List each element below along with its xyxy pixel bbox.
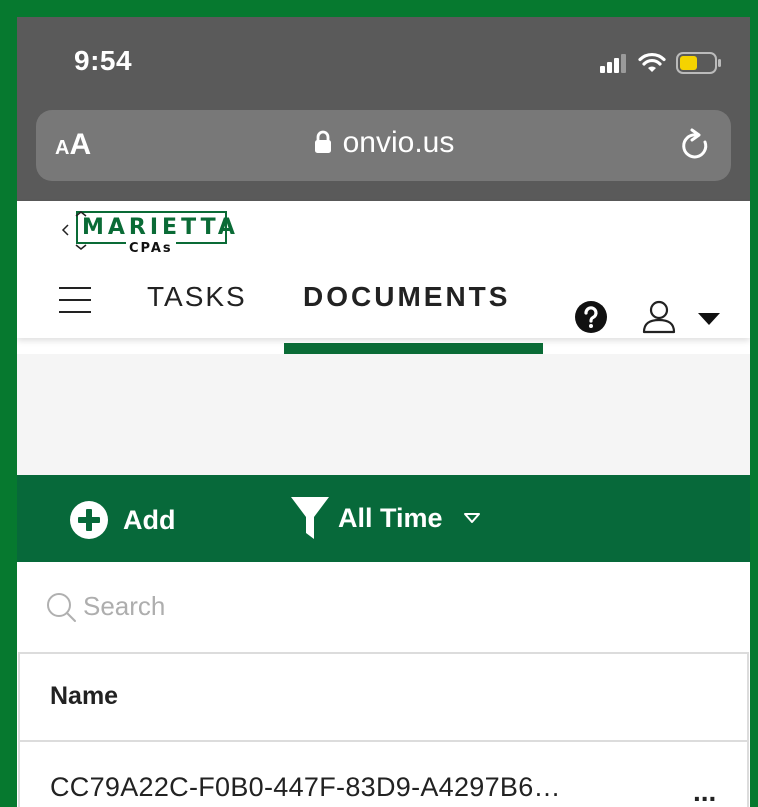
time-filter-dropdown[interactable]: All Time [290, 495, 485, 541]
logo-name: MARIETTA [82, 215, 239, 240]
document-name[interactable]: CC79A22C-F0B0-447F-83D9-A4297B6… [50, 772, 561, 803]
firm-logo[interactable]: MARIETTA CPAs [60, 211, 235, 259]
help-icon[interactable] [574, 300, 608, 334]
active-tab-indicator [284, 343, 543, 354]
url-display[interactable]: onvio.us [36, 126, 731, 160]
filter-icon [291, 497, 329, 539]
add-icon [70, 501, 108, 539]
signal-icon [600, 54, 626, 73]
user-icon[interactable] [641, 299, 677, 335]
column-header-name[interactable]: Name [50, 682, 118, 711]
content-spacer [17, 354, 750, 475]
documents-toolbar: Add All Time [17, 475, 750, 562]
wifi-icon [638, 52, 666, 72]
caret-down-icon[interactable] [697, 312, 721, 326]
url-text: onvio.us [342, 126, 455, 159]
logo-subtitle: CPAs [126, 241, 176, 256]
battery-icon [676, 52, 721, 74]
search-bar [17, 562, 750, 652]
status-time: 9:54 [74, 45, 133, 76]
table-row[interactable]: CC79A22C-F0B0-447F-83D9-A4297B6… ... [20, 742, 747, 807]
status-icons [600, 51, 722, 75]
chevron-down-icon [463, 513, 480, 523]
row-more-button[interactable]: ... [693, 776, 716, 807]
hamburger-menu-icon[interactable] [59, 287, 91, 313]
reload-icon[interactable] [679, 128, 713, 164]
table-header: Name [20, 654, 747, 742]
filter-label: All Time [338, 502, 443, 533]
search-icon [47, 593, 76, 622]
add-button[interactable]: Add [69, 500, 175, 540]
tab-tasks[interactable]: TASKS [147, 281, 247, 313]
search-input[interactable] [83, 584, 683, 628]
phone-screen: 9:54 AA onvio.us MARIETTA CPAs TASKS DOC… [17, 17, 750, 807]
tab-documents[interactable]: DOCUMENTS [303, 281, 510, 313]
lock-icon [314, 130, 331, 153]
address-bar[interactable]: AA onvio.us [36, 110, 731, 181]
documents-table: Name CC79A22C-F0B0-447F-83D9-A4297B6… ..… [18, 652, 749, 807]
add-label: Add [123, 504, 176, 535]
browser-chrome: 9:54 AA onvio.us [17, 17, 750, 201]
